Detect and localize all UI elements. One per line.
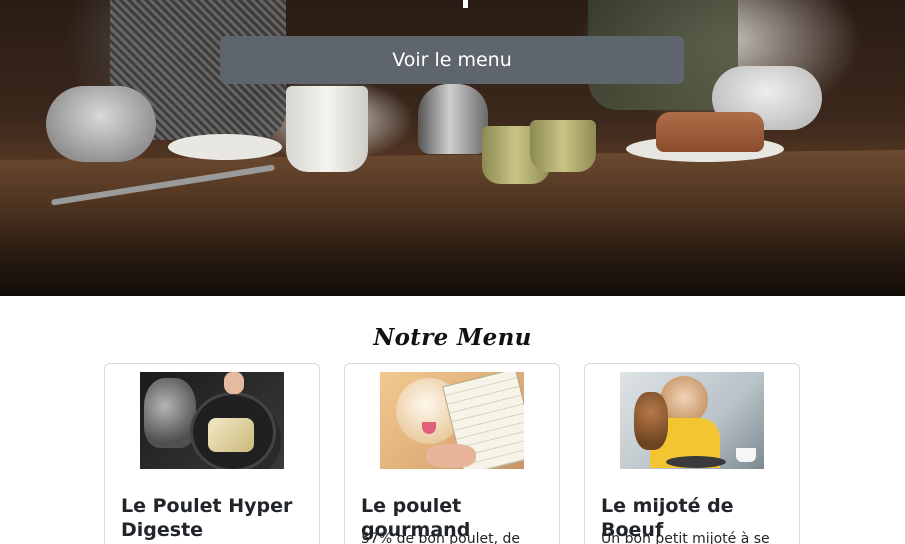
menu-card-title: Le Poulet Hyper Digeste (121, 495, 293, 541)
menu-card-1[interactable]: Le Poulet Hyper Digeste (104, 363, 320, 544)
section-title: Notre Menu (373, 324, 532, 351)
hero-heading-fragment (463, 0, 468, 8)
hero-table (0, 150, 905, 250)
view-menu-button[interactable]: Voir le menu (220, 36, 684, 84)
dog-figure (634, 392, 668, 450)
menu-card-image (380, 372, 524, 469)
hero-saucer (168, 134, 282, 160)
hero-cake (656, 112, 764, 152)
dog-figure (144, 378, 196, 448)
hand-figure (426, 444, 476, 468)
hero-green-cup-2 (530, 120, 596, 172)
menu-card-text: 57% de bon poulet, de (361, 531, 521, 544)
food-figure (208, 418, 254, 452)
menu-card-text: Un bon petit mijoté à se (601, 531, 770, 544)
plate-figure (666, 456, 726, 468)
menu-card-3[interactable]: Le mijoté de Boeuf Un bon petit mijoté à… (584, 363, 800, 544)
menu-card-image (140, 372, 284, 469)
cup-figure (736, 448, 756, 462)
hero-paw-left (46, 86, 156, 162)
hand-figure (224, 372, 244, 394)
hero-teapot (418, 84, 488, 154)
hero-coffee-cup (286, 86, 368, 172)
hero-table-shadow (0, 250, 905, 296)
menu-card-2[interactable]: Le poulet gourmand 57% de bon poulet, de (344, 363, 560, 544)
menu-card-image (620, 372, 764, 469)
